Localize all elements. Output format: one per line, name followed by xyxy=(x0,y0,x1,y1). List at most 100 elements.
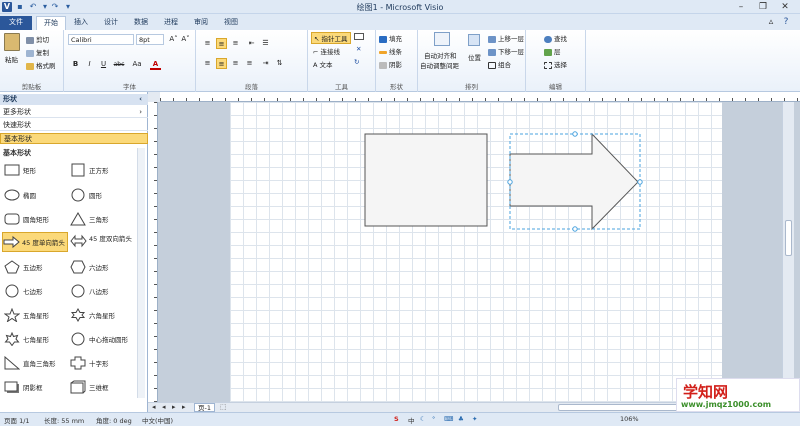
ime-tools-icon[interactable]: ✦ xyxy=(472,415,477,423)
change-case-button[interactable]: Aa xyxy=(130,59,144,70)
stencil-label: 三角形 xyxy=(89,216,109,224)
page-nav-first-icon[interactable]: ◂ xyxy=(152,403,156,411)
send-backward-button[interactable]: 下移一层 xyxy=(488,46,524,56)
selection-handle[interactable] xyxy=(572,226,578,232)
more-shapes-menu[interactable]: 更多形状 › xyxy=(0,107,148,118)
underline-button[interactable]: U xyxy=(98,59,109,70)
font-group: Calibri 8pt A˄ A˅ B I U abc Aa A 字体 xyxy=(64,30,196,92)
selection-handle[interactable] xyxy=(637,179,643,185)
stencil-label: 七边形 xyxy=(23,288,43,296)
page-nav-prev-icon[interactable]: ◂ xyxy=(162,403,166,411)
bring-forward-button[interactable]: 上移一层 xyxy=(488,33,524,43)
copy-icon xyxy=(26,49,34,57)
rectangle-shape[interactable] xyxy=(364,133,488,227)
arrange-group: 自动对齐和 自动调整间距 位置 上移一层 下移一层 组合 排列 xyxy=(418,30,526,92)
tab-review[interactable]: 审阅 xyxy=(190,16,212,30)
status-page[interactable]: 页面 1/1 xyxy=(4,415,30,425)
tab-process[interactable]: 进程 xyxy=(160,16,182,30)
page-tab[interactable]: 页-1 xyxy=(194,403,215,412)
status-zoom[interactable]: 106% xyxy=(620,415,639,423)
bullets-icon[interactable]: ☰ xyxy=(260,38,271,49)
close-icon[interactable]: ✕ xyxy=(774,1,796,13)
drawing-page[interactable] xyxy=(230,102,722,402)
text-tool-button[interactable]: A 文本 xyxy=(313,59,333,69)
fill-button[interactable]: 填充 xyxy=(379,33,402,43)
ime-keyboard-icon[interactable]: ⌨ xyxy=(444,415,453,423)
ime-skin-icon[interactable]: ♣ xyxy=(458,415,464,423)
rectangle-tool-icon[interactable] xyxy=(354,33,364,40)
increase-indent-icon[interactable]: ⇥ xyxy=(260,58,271,69)
align-bottom-icon[interactable]: ≡ xyxy=(230,38,241,49)
vertical-scrollbar[interactable] xyxy=(782,102,794,400)
star-icon xyxy=(4,308,20,322)
find-button[interactable]: 查找 xyxy=(544,33,567,43)
ime-logo-icon[interactable]: S xyxy=(394,415,399,423)
decrease-indent-icon[interactable]: ⇤ xyxy=(246,38,257,49)
position-icon[interactable] xyxy=(468,34,480,46)
text-direction-icon[interactable]: ⇅ xyxy=(274,58,285,69)
tab-file[interactable]: 文件 xyxy=(0,16,32,30)
selection-handle[interactable] xyxy=(507,179,513,185)
select-button[interactable]: 选择 xyxy=(544,59,567,69)
italic-button[interactable]: I xyxy=(84,59,95,70)
grow-font-button[interactable]: A˄ xyxy=(168,34,179,45)
bold-button[interactable]: B xyxy=(70,59,81,70)
strikethrough-button[interactable]: abc xyxy=(111,59,127,70)
vertical-scroll-thumb[interactable] xyxy=(785,220,792,256)
auto-space-label[interactable]: 自动调整间距 xyxy=(420,60,459,70)
selection-handle[interactable] xyxy=(572,131,578,137)
tab-design[interactable]: 设计 xyxy=(100,16,122,30)
tab-insert[interactable]: 插入 xyxy=(70,16,92,30)
quick-shapes-item[interactable]: 快速形状 xyxy=(0,120,148,131)
align-left-icon[interactable]: ≡ xyxy=(202,58,213,69)
arrow-shape[interactable] xyxy=(509,132,639,231)
shadow-button[interactable]: 阴影 xyxy=(379,59,402,69)
auto-align-icon[interactable] xyxy=(434,32,450,46)
position-label[interactable]: 位置 xyxy=(468,52,481,62)
page-nav-last-icon[interactable]: ▸ xyxy=(182,403,186,411)
align-top-icon[interactable]: ≡ xyxy=(202,38,213,49)
paste-button[interactable]: 粘贴 xyxy=(5,54,18,64)
line-button[interactable]: 线条 xyxy=(379,46,402,56)
minimize-icon[interactable]: – xyxy=(730,1,752,13)
tab-view[interactable]: 视图 xyxy=(220,16,242,30)
copy-button[interactable]: 复制 xyxy=(26,47,49,57)
stencil-section-title: 基本形状 xyxy=(3,149,31,157)
group-button[interactable]: 组合 xyxy=(488,59,511,69)
status-language[interactable]: 中文(中国) xyxy=(142,415,173,425)
basic-shapes-item[interactable]: 基本形状 xyxy=(0,133,148,144)
align-center-icon[interactable]: ≡ xyxy=(216,58,227,69)
delete-icon[interactable]: ✕ xyxy=(356,45,361,53)
align-right-icon[interactable]: ≡ xyxy=(230,58,241,69)
drawing-shapes xyxy=(364,131,643,232)
cut-button[interactable]: 剪切 xyxy=(26,34,49,44)
fill-label: 填充 xyxy=(389,35,402,43)
collapse-pane-icon[interactable]: ‹ xyxy=(139,94,142,105)
group-icon xyxy=(488,61,496,69)
auto-align-label[interactable]: 自动对齐和 xyxy=(424,50,457,60)
tab-data[interactable]: 数据 xyxy=(130,16,152,30)
ime-moon-icon[interactable]: ☾ xyxy=(420,415,426,423)
font-color-button[interactable]: A xyxy=(150,59,161,70)
page-nav-next-icon[interactable]: ▸ xyxy=(172,403,176,411)
ime-mode-icon[interactable]: 中 xyxy=(408,415,415,425)
stencil-scrollbar[interactable] xyxy=(137,148,145,398)
stencil-single-arrow[interactable]: 45 度单向箭头 xyxy=(2,232,68,252)
shrink-font-button[interactable]: A˅ xyxy=(180,34,191,45)
paintbrush-icon xyxy=(26,62,34,70)
align-middle-icon[interactable]: ≡ xyxy=(216,38,227,49)
layers-button[interactable]: 层 xyxy=(544,46,561,56)
help-icon[interactable]: ? xyxy=(775,16,797,28)
paste-icon[interactable] xyxy=(4,33,20,51)
connector-tool-button[interactable]: ⌐ 连接线 xyxy=(313,46,340,56)
font-family-select[interactable]: Calibri xyxy=(68,34,134,45)
pointer-tool-button[interactable]: ↖ 指针工具 xyxy=(311,32,351,44)
format-painter-button[interactable]: 格式刷 xyxy=(26,60,56,70)
insert-page-icon[interactable]: ⬚ xyxy=(220,403,227,411)
rotate-icon[interactable]: ↻ xyxy=(354,58,359,66)
tab-home[interactable]: 开始 xyxy=(36,16,66,30)
ime-punctuation-icon[interactable]: ° xyxy=(432,415,435,423)
font-size-select[interactable]: 8pt xyxy=(136,34,164,45)
restore-icon[interactable]: ❐ xyxy=(752,1,774,13)
justify-icon[interactable]: ≡ xyxy=(244,58,255,69)
